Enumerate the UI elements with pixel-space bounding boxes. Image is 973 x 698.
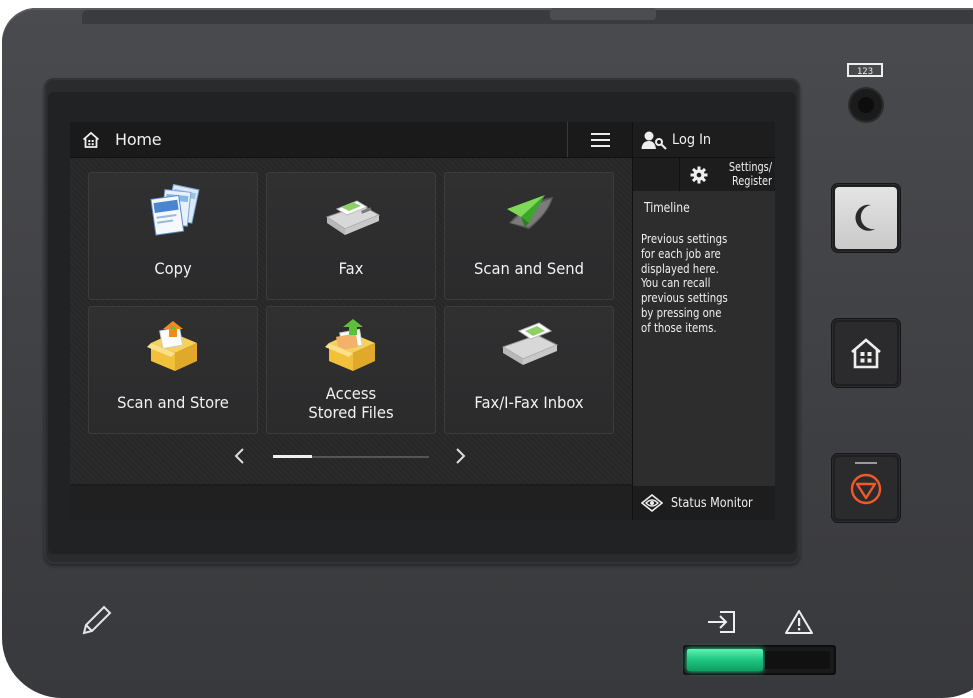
timeline-line: You can recall <box>641 275 711 291</box>
scan-and-store-icon <box>147 321 197 371</box>
copy-icon <box>150 183 200 236</box>
home-button-face <box>835 322 897 384</box>
settings-label-line1: Settings/ <box>728 160 772 174</box>
tile-label: Fax/I-Fax Inbox <box>474 393 584 412</box>
status-monitor-button[interactable]: Status Monitor <box>633 486 775 520</box>
energy-saver-button-face <box>835 187 897 249</box>
menu-button[interactable] <box>567 122 633 157</box>
screen-header: Home <box>70 122 632 158</box>
data-led-off <box>765 651 830 669</box>
timeline-line: previous settings <box>641 290 728 306</box>
timeline-line: by pressing one <box>641 304 722 320</box>
tile-copy[interactable]: Copy <box>88 172 258 300</box>
stop-button[interactable] <box>832 454 900 522</box>
counter-check-button-center <box>858 97 874 113</box>
timeline-title: Timeline <box>644 201 690 216</box>
processing-data-icon <box>708 611 735 633</box>
blank-slot <box>633 158 680 191</box>
login-icon <box>641 131 667 150</box>
tile-label: Copy <box>154 259 192 278</box>
scan-and-send-icon <box>507 195 553 229</box>
timeline-description: Previous settings for each job are displ… <box>641 231 756 336</box>
menu-icon-bar <box>591 139 610 141</box>
home-icon <box>82 131 100 148</box>
timeline-line: displayed here. <box>641 260 719 276</box>
home-icon <box>851 338 881 369</box>
tile-label: Stored Files <box>308 403 394 422</box>
fax-inbox-icon <box>501 322 559 365</box>
access-stored-files-icon <box>325 319 375 371</box>
page-indicator <box>273 455 429 458</box>
status-monitor-icon <box>641 494 663 512</box>
tile-label: Fax <box>338 259 364 278</box>
chevron-left-icon[interactable] <box>232 446 248 466</box>
counter-check-button[interactable] <box>850 89 882 121</box>
timeline-line: of those items. <box>641 319 717 335</box>
tile-scan-and-store[interactable]: Scan and Store <box>88 306 258 434</box>
energy-saver-button[interactable] <box>832 184 900 252</box>
settings-label: Settings/ Register <box>722 160 772 188</box>
chevron-right-icon[interactable] <box>452 446 468 466</box>
stop-icon <box>850 462 882 505</box>
gear-icon <box>690 166 708 184</box>
tile-scan-and-send[interactable]: Scan and Send <box>444 172 614 300</box>
moon-icon <box>855 204 875 231</box>
function-grid: Copy Fax Scan and Send Scan and Store Ac… <box>70 158 632 484</box>
page-title: Home <box>115 130 162 149</box>
tile-label: Scan and Store <box>117 393 229 412</box>
fax-icon <box>325 200 381 235</box>
data-indicator <box>683 645 836 675</box>
touch-screen: Home Copy Fax Scan and Send Scan and Sto… <box>70 122 775 520</box>
page-indicator-position <box>273 455 312 458</box>
data-led <box>687 649 763 671</box>
settings-label-line2: Register <box>732 174 772 188</box>
screen-footer <box>70 486 632 520</box>
panel-top-tab <box>550 8 656 20</box>
tile-fax[interactable]: Fax <box>266 172 436 300</box>
error-icon <box>785 610 813 634</box>
login-label: Log In <box>672 132 712 148</box>
status-monitor-label: Status Monitor <box>671 495 753 511</box>
home-button[interactable] <box>832 319 900 387</box>
settings-row: Settings/ Register <box>633 158 775 191</box>
menu-icon <box>591 133 610 135</box>
pencil-icon <box>82 605 112 635</box>
tile-label: Access <box>325 384 377 403</box>
tile-label: Scan and Send <box>474 259 584 278</box>
tile-access-stored-files[interactable]: Access Stored Files <box>266 306 436 434</box>
counter-check-label: 123 <box>847 63 883 77</box>
panel-top-edge <box>82 10 973 24</box>
tile-fax-inbox[interactable]: Fax/I-Fax Inbox <box>444 306 614 434</box>
settings-register-button[interactable]: Settings/ Register <box>680 158 775 191</box>
timeline-line: for each job are <box>641 245 721 261</box>
menu-icon-bar <box>591 145 610 147</box>
stop-button-face <box>835 457 897 519</box>
side-panel: Log In Settings/ Register Timeline Previ… <box>632 122 775 520</box>
login-button[interactable]: Log In <box>633 122 775 158</box>
timeline-line: Previous settings <box>641 231 728 246</box>
